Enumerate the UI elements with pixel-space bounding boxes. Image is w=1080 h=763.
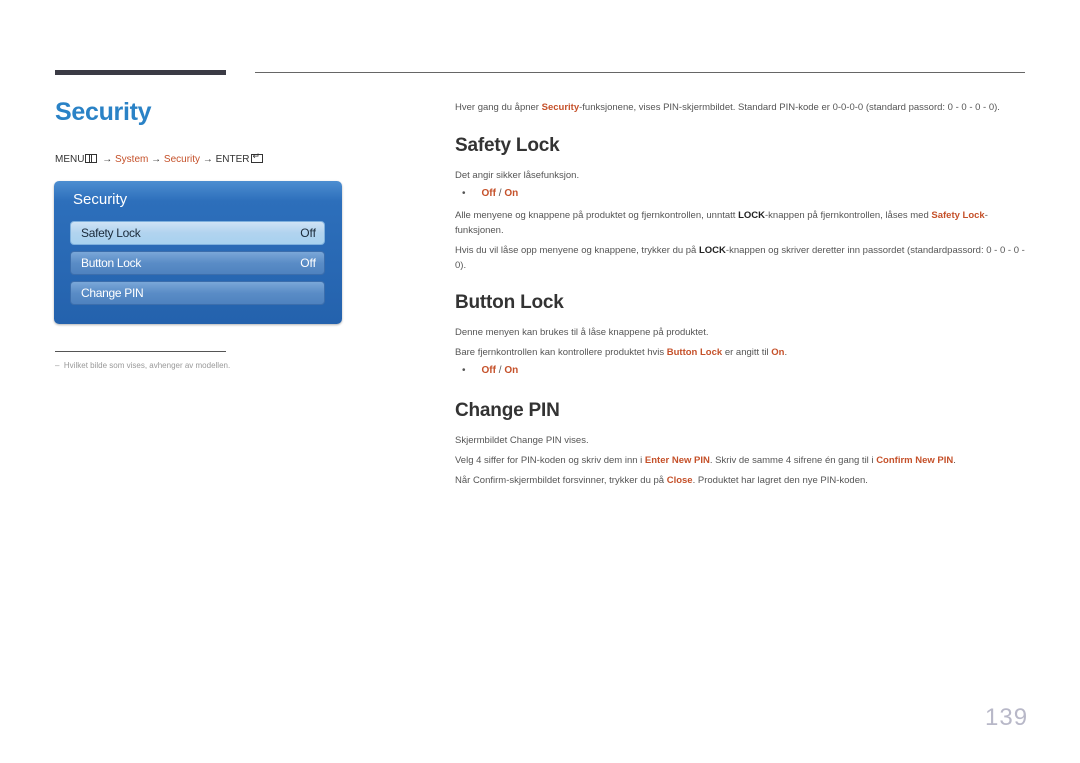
text: Hver gang du åpner bbox=[455, 102, 542, 113]
text: er angitt til bbox=[722, 347, 772, 358]
change-pin-desc: Skjermbildet Change PIN vises. bbox=[455, 435, 589, 446]
osd-item-button-lock[interactable]: Button Lock Off bbox=[70, 251, 325, 275]
text: -knappen på fjernkontrollen, låses med bbox=[765, 210, 932, 221]
text: . bbox=[953, 455, 956, 466]
menu-grid-icon bbox=[85, 154, 98, 163]
bold-lock: LOCK bbox=[698, 245, 726, 256]
page-title: Security bbox=[55, 98, 152, 126]
text: . Produktet har lagret den nye PIN-koden… bbox=[692, 475, 868, 486]
bullet-dot: • bbox=[462, 188, 466, 199]
safety-lock-options: • Off / On bbox=[462, 188, 518, 199]
button-lock-options: • Off / On bbox=[462, 365, 518, 376]
osd-item-label: Button Lock bbox=[81, 256, 142, 270]
osd-item-change-pin[interactable]: Change PIN bbox=[70, 281, 325, 305]
button-lock-para-1: Bare fjernkontrollen kan kontrollere pro… bbox=[455, 345, 1027, 360]
option-on: On bbox=[504, 365, 519, 376]
section-heading-button-lock: Button Lock bbox=[455, 292, 564, 313]
page-number: 139 bbox=[985, 704, 1029, 731]
security-osd-menu: Security Safety Lock Off Button Lock Off… bbox=[54, 181, 342, 324]
bullet-dot: • bbox=[462, 365, 466, 376]
highlight-enter-new-pin: Enter New PIN bbox=[644, 455, 710, 466]
menu-label: MENU bbox=[55, 154, 85, 165]
button-lock-desc: Denne menyen kan brukes til å låse knapp… bbox=[455, 327, 709, 338]
osd-item-label: Safety Lock bbox=[81, 226, 141, 240]
text: . bbox=[784, 347, 788, 358]
bold-lock: LOCK bbox=[738, 210, 766, 221]
highlight-on: On bbox=[771, 347, 785, 358]
text: Bare fjernkontrollen kan kontrollere pro… bbox=[455, 347, 667, 358]
arrow: → bbox=[202, 154, 213, 165]
text: -funksjonene, vises PIN-skjermbildet. St… bbox=[579, 102, 1000, 113]
footnote: – Hvilket bilde som vises, avhenger av m… bbox=[55, 361, 230, 370]
arrow: → bbox=[102, 154, 113, 165]
highlight-confirm-new-pin: Confirm New PIN bbox=[876, 455, 954, 466]
text: Alle menyene og knappene på produktet og… bbox=[455, 210, 739, 221]
enter-label: ENTER bbox=[215, 154, 250, 165]
breadcrumb-system: System bbox=[115, 154, 149, 165]
text: Når Confirm-skjermbildet forsvinner, try… bbox=[455, 475, 667, 486]
breadcrumb-security: Security bbox=[163, 154, 201, 165]
header-rule-thin bbox=[255, 72, 1025, 73]
text: Hvis du vil låse opp menyene og knappene… bbox=[455, 245, 699, 256]
footnote-text: Hvilket bilde som vises, avhenger av mod… bbox=[63, 361, 231, 370]
section-heading-change-pin: Change PIN bbox=[455, 400, 560, 421]
safety-lock-para-2: Hvis du vil låse opp menyene og knappene… bbox=[455, 243, 1027, 273]
highlight-security: Security bbox=[541, 102, 580, 113]
text: Velg 4 siffer for PIN-koden og skriv dem… bbox=[455, 455, 645, 466]
option-off: Off bbox=[481, 188, 496, 199]
osd-item-value: Off bbox=[300, 256, 316, 270]
highlight-close: Close bbox=[666, 475, 693, 486]
option-off: Off bbox=[481, 365, 496, 376]
menu-path-breadcrumb: MENU → System → Security → ENTER bbox=[55, 151, 265, 165]
enter-icon bbox=[250, 151, 263, 163]
text: . Skriv de samme 4 sifrene én gang til i bbox=[709, 455, 877, 466]
option-on: On bbox=[504, 188, 519, 199]
intro-paragraph: Hver gang du åpner Security-funksjonene,… bbox=[455, 100, 1027, 115]
header-rule-thick bbox=[55, 70, 226, 75]
osd-item-safety-lock[interactable]: Safety Lock Off bbox=[70, 221, 325, 245]
osd-item-label: Change PIN bbox=[81, 286, 144, 300]
footnote-divider bbox=[55, 351, 226, 352]
change-pin-para-1: Velg 4 siffer for PIN-koden og skriv dem… bbox=[455, 453, 1027, 468]
section-heading-safety-lock: Safety Lock bbox=[455, 135, 560, 156]
safety-lock-desc: Det angir sikker låsefunksjon. bbox=[455, 170, 580, 181]
safety-lock-para-1: Alle menyene og knappene på produktet og… bbox=[455, 208, 1027, 238]
osd-title: Security bbox=[73, 191, 128, 208]
arrow: → bbox=[151, 154, 162, 165]
highlight-safety-lock: Safety Lock bbox=[931, 210, 985, 221]
highlight-button-lock: Button Lock bbox=[666, 347, 723, 358]
osd-item-value: Off bbox=[300, 226, 316, 240]
change-pin-para-2: Når Confirm-skjermbildet forsvinner, try… bbox=[455, 473, 1027, 488]
footnote-dash: – bbox=[55, 361, 60, 370]
